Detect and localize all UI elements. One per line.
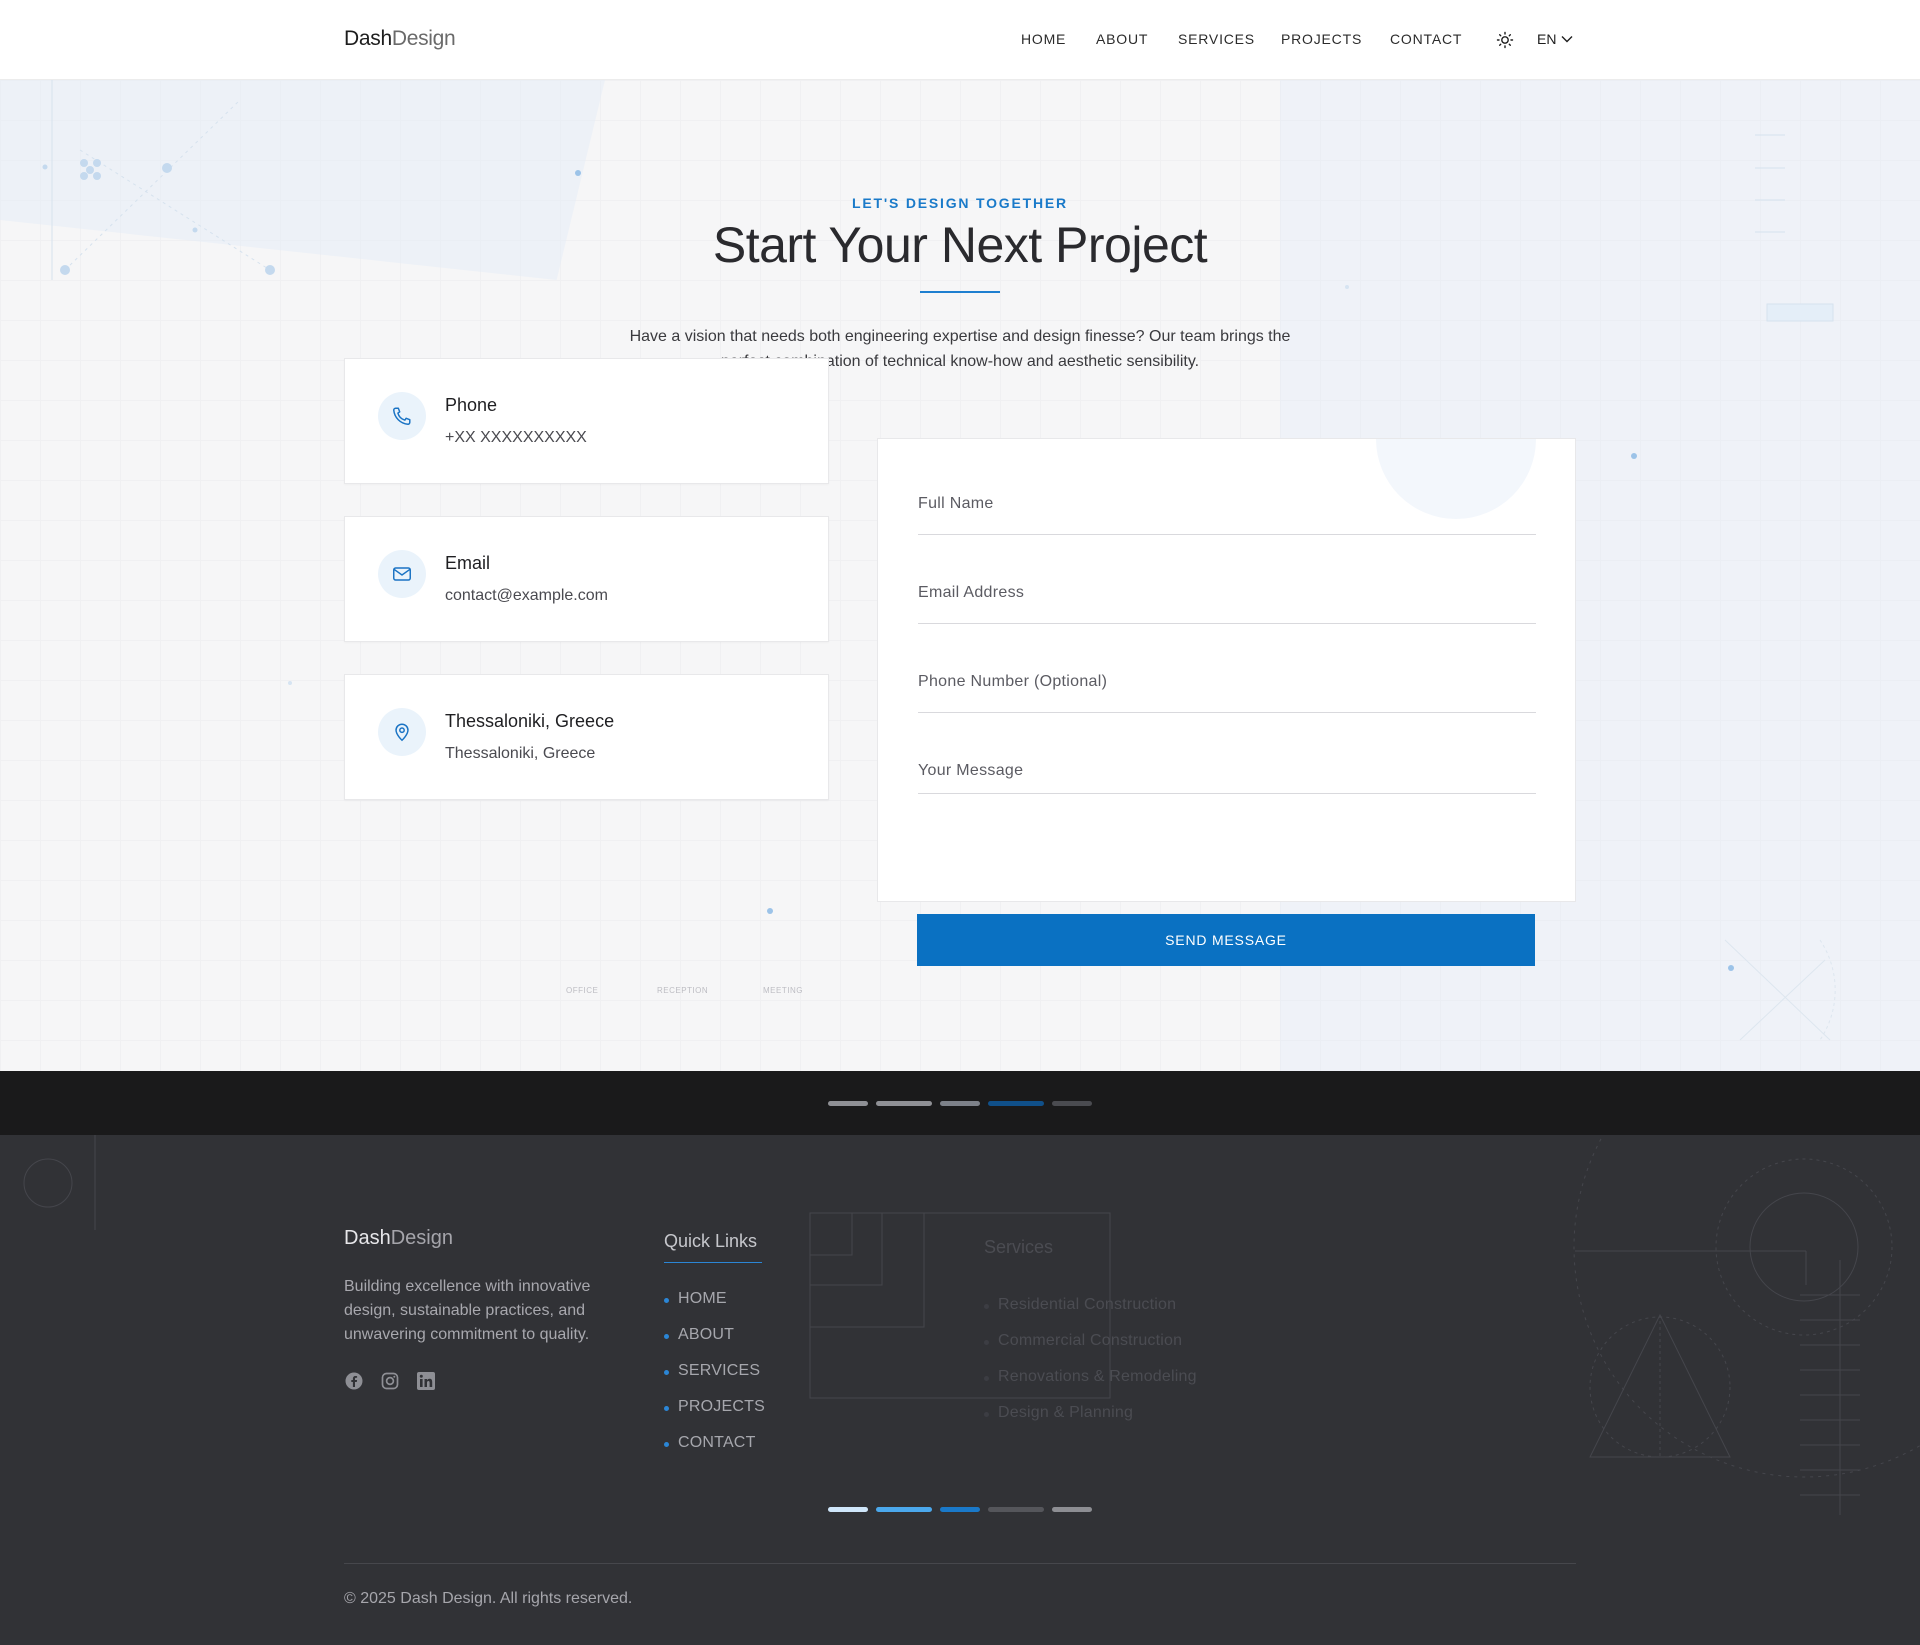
- footer-link-contact[interactable]: CONTACT: [664, 1434, 756, 1452]
- section-eyebrow: LET'S DESIGN TOGETHER: [852, 195, 1068, 211]
- footer-link-services[interactable]: SERVICES: [663, 1362, 760, 1380]
- mail-icon: [378, 550, 426, 598]
- quick-links-heading: Quick Links: [664, 1231, 758, 1251]
- email-placeholder: Email Address: [918, 584, 1025, 601]
- nav-home[interactable]: HOME: [1021, 31, 1066, 47]
- footer-accent-bar: [940, 1507, 980, 1512]
- floor-label: MEETING: [763, 986, 803, 995]
- footer-accent-bar: [828, 1507, 868, 1512]
- divider-bar: [876, 1101, 932, 1106]
- services-heading: Services: [984, 1237, 1054, 1257]
- footer-link-projects[interactable]: PROJECTS: [664, 1398, 765, 1416]
- divider-bar: [1052, 1101, 1092, 1106]
- site-header: DashDesign HOME ABOUT SERVICES PROJECTS …: [0, 0, 1920, 80]
- card-title: Thessaloniki, Greece: [445, 711, 615, 731]
- language-label: EN: [1537, 31, 1557, 47]
- contact-form: Full Name Email Address Phone Number (Op…: [877, 438, 1576, 902]
- divider-bar: [988, 1101, 1044, 1106]
- logo-part-dash: Dash: [344, 1227, 391, 1249]
- contact-card-location: Thessaloniki, Greece Thessaloniki, Greec…: [344, 674, 829, 800]
- location-address: Thessaloniki, Greece: [445, 745, 596, 762]
- logo[interactable]: DashDesign: [344, 27, 456, 51]
- card-title: Email: [445, 553, 491, 573]
- copyright: © 2025 Dash Design. All rights reserved.: [344, 1590, 633, 1607]
- chevron-down-icon: [1561, 36, 1573, 43]
- footer-link-about[interactable]: ABOUT: [663, 1326, 734, 1344]
- nav-projects[interactable]: PROJECTS: [1281, 31, 1362, 47]
- site-footer: DashDesign Building excellence with inno…: [0, 1135, 1920, 1645]
- logo-part-design: Design: [391, 27, 456, 50]
- phone-icon: [378, 392, 426, 440]
- heading-underline: [664, 1262, 762, 1263]
- floor-label: RECEPTION: [657, 986, 709, 995]
- phone-number[interactable]: +XX XXXXXXXXXX: [445, 429, 587, 447]
- message-placeholder: Your Message: [918, 762, 1024, 779]
- divider-bar: [828, 1101, 868, 1106]
- footer-service-residential[interactable]: Residential Construction: [983, 1296, 1176, 1314]
- linkedin-icon[interactable]: [416, 1371, 436, 1391]
- contact-card-email: Email contact@example.com: [344, 516, 829, 642]
- full-name-placeholder: Full Name: [918, 495, 994, 512]
- footer-accent-bar: [988, 1507, 1044, 1512]
- location-pin-icon: [378, 708, 426, 756]
- send-message-button[interactable]: SEND MESSAGE: [917, 914, 1535, 966]
- footer-description: Building excellence with innovative desi…: [344, 1278, 591, 1343]
- footer-link-home[interactable]: HOME: [664, 1290, 727, 1308]
- phone-placeholder: Phone Number (Optional): [918, 673, 1108, 690]
- footer-divider: [344, 1563, 1576, 1564]
- instagram-icon[interactable]: [380, 1371, 400, 1391]
- nav-contact[interactable]: CONTACT: [1390, 31, 1462, 47]
- facebook-icon[interactable]: [344, 1371, 364, 1391]
- contact-card-phone: Phone +XX XXXXXXXXXX: [344, 358, 829, 484]
- divider-bar: [940, 1101, 980, 1106]
- message-field[interactable]: Your Message: [918, 762, 1536, 794]
- nav-about[interactable]: ABOUT: [1096, 31, 1148, 47]
- floor-label: OFFICE: [566, 986, 599, 995]
- logo-part-dash: Dash: [344, 27, 392, 50]
- language-selector[interactable]: EN: [1537, 31, 1573, 47]
- footer-blueprint-decoration: [23, 1135, 1920, 1515]
- nav-services[interactable]: SERVICES: [1178, 31, 1255, 47]
- full-name-field[interactable]: Full Name: [918, 495, 1536, 535]
- logo-part-design: Design: [390, 1227, 453, 1249]
- email-address[interactable]: contact@example.com: [445, 587, 608, 605]
- footer-accent-bar: [1052, 1507, 1092, 1512]
- section-divider-band: [0, 1071, 1920, 1135]
- footer-service-renovations[interactable]: Renovations & Remodeling: [984, 1368, 1197, 1386]
- footer-logo[interactable]: DashDesign: [344, 1227, 453, 1250]
- footer-accent-bar: [876, 1507, 932, 1512]
- email-field[interactable]: Email Address: [918, 584, 1536, 624]
- phone-field[interactable]: Phone Number (Optional): [918, 673, 1536, 713]
- sun-icon[interactable]: [1496, 31, 1514, 49]
- page-title: Start Your Next Project: [712, 217, 1208, 273]
- footer-service-commercial[interactable]: Commercial Construction: [983, 1332, 1182, 1350]
- card-title: Phone: [445, 395, 498, 415]
- title-underline: [920, 291, 1000, 293]
- footer-service-design[interactable]: Design & Planning: [983, 1404, 1133, 1422]
